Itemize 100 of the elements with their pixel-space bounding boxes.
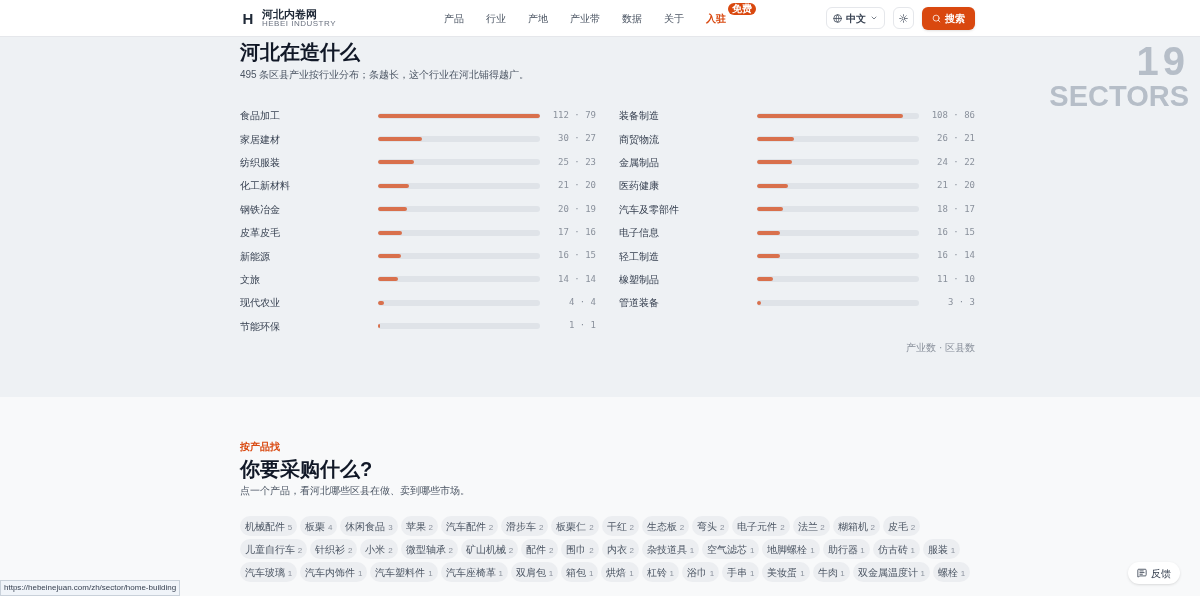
product-chip[interactable]: 汽车座椅革 1	[440, 562, 508, 582]
sector-count: 108 · 86	[930, 108, 975, 122]
product-chip[interactable]: 休闲食品 3	[340, 516, 398, 536]
sector-name[interactable]: 钢铁冶金	[240, 201, 378, 217]
sector-count: 1 · 1	[567, 319, 596, 333]
product-chip[interactable]: 矿山机械 2	[460, 539, 519, 559]
product-chip[interactable]: 箱包 1	[561, 562, 599, 582]
sector-name[interactable]: 轻工制造	[619, 248, 757, 264]
product-chip[interactable]: 杂技道具 1	[641, 539, 700, 559]
sector-name[interactable]: 电子信息	[619, 225, 757, 241]
product-chip[interactable]: 汽车塑料件 1	[370, 562, 438, 582]
nav-link[interactable]: 产品	[444, 10, 464, 26]
product-chip[interactable]: 手串 1	[722, 562, 760, 582]
product-chip[interactable]: 助行器 1	[822, 539, 870, 559]
sector-name[interactable]: 管道装备	[619, 295, 757, 311]
sector-name[interactable]: 化工新材料	[240, 178, 378, 194]
product-chip[interactable]: 板栗仁 2	[551, 516, 599, 536]
product-chip[interactable]: 皮毛 2	[883, 516, 921, 536]
sector-count: 14 · 14	[557, 272, 596, 286]
status-url: https://hebeinejuan.com/zh/sector/home-building	[0, 580, 181, 596]
product-chip[interactable]: 弯头 2	[692, 516, 730, 536]
watermark-label: SECTORS	[1049, 81, 1189, 111]
sector-name[interactable]: 汽车及零部件	[619, 201, 757, 217]
sector-count: 112 · 79	[551, 108, 596, 122]
product-chip[interactable]: 干红 2	[601, 516, 639, 536]
product-chip[interactable]: 板栗 4	[300, 516, 338, 536]
chart-legend: 产业数 · 区县数	[906, 339, 975, 355]
sector-count: 24 · 22	[936, 155, 975, 169]
language-button[interactable]: 中文	[826, 7, 885, 29]
section-subtitle: 495 条区县产业按行业分布；条越长，这个行业在河北铺得越广。	[240, 68, 531, 82]
product-chip[interactable]: 美妆蛋 1	[762, 562, 810, 582]
product-chip[interactable]: 小米 2	[360, 539, 398, 559]
site-name[interactable]: 河北内卷网	[262, 8, 336, 20]
sector-name[interactable]: 商贸物流	[619, 131, 757, 147]
nav-link[interactable]: 数据	[622, 10, 642, 26]
product-chip[interactable]: 针织衫 2	[310, 539, 358, 559]
section-title: 你要采购什么?	[240, 457, 374, 482]
theme-button[interactable]	[893, 7, 914, 29]
sector-name[interactable]: 节能环保	[240, 318, 378, 334]
sector-name[interactable]: 新能源	[240, 248, 378, 264]
nav-link[interactable]: 产地	[528, 10, 548, 26]
sector-count: 26 · 21	[936, 132, 975, 146]
badge: 免费	[728, 2, 756, 15]
product-chip[interactable]: 儿童自行车 2	[240, 539, 308, 559]
product-chip[interactable]: 杠铃 1	[641, 562, 679, 582]
sector-name[interactable]: 现代农业	[240, 295, 378, 311]
product-chip[interactable]: 汽车玻璃 1	[240, 562, 298, 582]
sector-name[interactable]: 家居建材	[240, 131, 378, 147]
globe-icon	[833, 13, 842, 23]
sector-name[interactable]: 皮革皮毛	[240, 225, 378, 241]
sector-count: 11 · 10	[936, 272, 975, 286]
product-chip[interactable]: 苹果 2	[400, 516, 438, 536]
sector-count: 21 · 20	[936, 179, 975, 193]
sector-count: 25 · 23	[557, 155, 596, 169]
product-chip[interactable]: 微型轴承 2	[400, 539, 458, 559]
sector-name[interactable]: 橡塑制品	[619, 271, 757, 287]
product-chip[interactable]: 内衣 2	[601, 539, 639, 559]
section-title: 河北在造什么	[240, 40, 361, 65]
sector-name[interactable]: 文旅	[240, 271, 378, 287]
product-chip[interactable]: 浴巾 1	[681, 562, 720, 582]
site-subtitle: HEBEI INDUSTRY	[262, 19, 336, 28]
feedback-button[interactable]: 反馈	[1128, 562, 1180, 584]
product-chip[interactable]: 地脚螺栓 1	[762, 539, 820, 559]
nav-link[interactable]: 产业带	[570, 10, 600, 26]
nav-link[interactable]: 关于	[664, 10, 684, 26]
search-icon	[932, 13, 941, 23]
product-chip[interactable]: 双肩包 1	[510, 562, 559, 582]
product-chip[interactable]: 法兰 2	[792, 516, 830, 536]
product-chip[interactable]: 双金属温度计 1	[852, 562, 931, 582]
product-chip[interactable]: 烘焙 1	[601, 562, 639, 582]
product-chip[interactable]: 配件 2	[521, 539, 559, 559]
search-button[interactable]: 搜索	[922, 6, 975, 30]
sun-icon	[899, 13, 908, 23]
product-chip[interactable]: 空气滤芯 1	[702, 539, 760, 559]
nav-link[interactable]: 行业	[486, 10, 506, 26]
section-eyebrow: 按产品找	[240, 441, 281, 453]
sector-count: 20 · 19	[557, 202, 596, 216]
sector-count: 16 · 15	[557, 249, 596, 263]
sector-name[interactable]: 医药健康	[619, 178, 757, 194]
sector-name[interactable]: 金属制品	[619, 154, 757, 170]
sector-name[interactable]: 食品加工	[240, 108, 378, 124]
product-chip[interactable]: 牛肉 1	[812, 562, 850, 582]
product-chip[interactable]: 螺栓 1	[933, 562, 971, 582]
product-chip[interactable]: 服装 1	[923, 539, 961, 559]
caret-icon	[870, 14, 878, 22]
product-chip[interactable]: 糊箱机 2	[832, 516, 881, 536]
sector-name[interactable]: 纺织服装	[240, 154, 378, 170]
product-chip[interactable]: 仿古砖 1	[872, 539, 921, 559]
sector-count: 30 · 27	[557, 132, 596, 146]
logo-mark[interactable]: H	[240, 10, 256, 26]
product-chip[interactable]: 机械配件 5	[240, 516, 298, 536]
product-chip[interactable]: 电子元件 2	[732, 516, 790, 536]
product-chip[interactable]: 汽车配件 2	[440, 516, 499, 536]
product-chip[interactable]: 围巾 2	[561, 539, 599, 559]
chat-icon	[1137, 568, 1147, 578]
product-chip[interactable]: 滑步车 2	[501, 516, 549, 536]
sector-count: 4 · 4	[567, 296, 596, 310]
product-chip[interactable]: 汽车内饰件 1	[300, 562, 368, 582]
product-chip[interactable]: 生态板 2	[641, 516, 690, 536]
sector-name[interactable]: 装备制造	[619, 108, 757, 124]
